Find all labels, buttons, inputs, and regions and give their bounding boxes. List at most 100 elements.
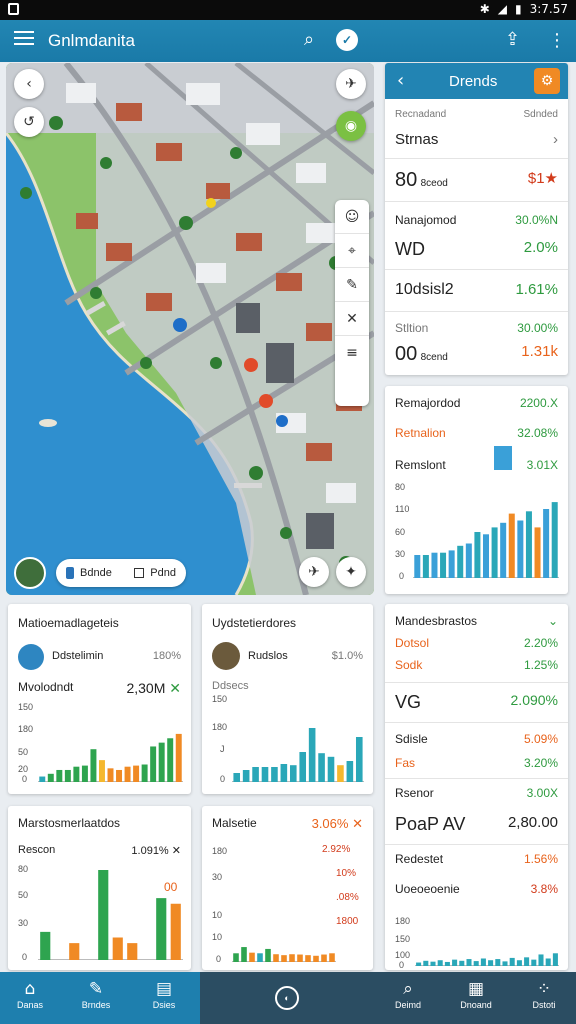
center-action-icon[interactable]: ◐ — [275, 986, 299, 1010]
sub-value: 180% — [152, 650, 181, 662]
y-axis-label: 100 — [395, 950, 411, 960]
chart-bar — [321, 954, 327, 962]
list-item: Sodk 1.25% — [395, 658, 558, 672]
layers-icon[interactable]: ≡ — [335, 336, 369, 370]
map-locate-icon[interactable]: ◉ — [336, 111, 366, 141]
app-title: Gnlmdanita — [48, 31, 135, 50]
section-label: Recnadand — [395, 109, 447, 120]
list-item: Retnalion 32.08% — [395, 426, 558, 440]
nav-item-calendar[interactable]: ▦ Dnoand — [446, 978, 506, 1010]
chart-bar — [289, 954, 295, 962]
card-title: Marstosmerlaatdos — [18, 816, 121, 830]
sub-value: $1.0% — [331, 650, 363, 662]
nav-item-brands[interactable]: ✎ Brndes — [66, 978, 126, 1010]
nav-item-home[interactable]: ⌂ Danas — [0, 978, 60, 1010]
list-item[interactable]: 80 8ceod $1★ — [395, 169, 558, 192]
row-value: 2.0% — [523, 239, 558, 256]
metrics-card-3: Marstosmerlaatdos Rescon 1.091% ✕ 00 80 … — [8, 806, 191, 970]
menu-icon[interactable] — [14, 31, 34, 49]
y-axis-label: 0 — [22, 952, 28, 962]
chart-bar — [56, 769, 63, 782]
city-map[interactable]: ‹ ↺ ✈ ◉ ☺ ⌖ ✎ ✕ ≡ ✈ ✦ Bdnde Pdnd — [6, 63, 374, 595]
y-axis-label: J — [220, 744, 225, 754]
more-options-icon[interactable]: ⋮ — [548, 30, 566, 51]
chart-bar — [423, 960, 429, 966]
chart-bar — [81, 765, 88, 782]
tag-icon: ✎ — [88, 979, 104, 999]
chart-bar — [337, 765, 344, 782]
share-icon[interactable]: ⇪ — [505, 29, 520, 50]
chart-bar — [543, 509, 550, 578]
chart-bar — [329, 953, 335, 962]
card-title: Mandesbrastos — [395, 614, 478, 628]
sub-label: Ddstelimin — [52, 650, 104, 662]
bottom-nav: ⌂ Danas ✎ Brndes ▤ Dsies ◐ ⌕ Deimd ▦ Dno… — [0, 972, 576, 1024]
row-label: Nanajomod — [395, 213, 457, 227]
row-value: 30.0%N — [515, 213, 558, 227]
nav-label: Brndes — [81, 1000, 111, 1010]
chart-bar — [73, 766, 80, 782]
list-item[interactable]: 00 8cend 1.31k — [395, 343, 558, 366]
person-icon[interactable]: ☺ — [335, 200, 369, 234]
chart-bar — [170, 903, 181, 960]
y-axis-label: 180 — [212, 722, 228, 732]
chart-bar — [414, 555, 421, 578]
location-icon[interactable]: ✓ — [336, 29, 358, 51]
metrics-bar-chart-2 — [232, 728, 364, 782]
bluetooth-icon: ✱ — [479, 2, 490, 16]
nav-item-more[interactable]: ⁘ Dstoti — [514, 978, 574, 1010]
chevron-down-icon[interactable]: ⌄ — [548, 614, 558, 628]
marker-icon[interactable]: ⌖ — [335, 234, 369, 268]
list-item[interactable]: Stltion 30.00% — [395, 321, 558, 335]
nav-item-search[interactable]: ⌕ Deimd — [378, 978, 438, 1010]
map-rotate-icon[interactable]: ↺ — [14, 107, 44, 137]
chart-bar — [440, 552, 447, 578]
nav-item-data[interactable]: ▤ Dsies — [134, 978, 194, 1010]
chart-bar — [281, 955, 287, 962]
map-legend[interactable]: Bdnde Pdnd — [56, 559, 186, 587]
row-value: 2.92% — [322, 844, 351, 855]
search-icon: ⌕ — [403, 979, 413, 999]
measure-icon[interactable]: ✕ — [335, 302, 369, 336]
chart-bar — [141, 764, 148, 782]
map-thumbnail[interactable] — [14, 557, 46, 589]
legend-box-icon — [134, 568, 145, 578]
chart-bar — [430, 961, 436, 966]
chart-bar — [416, 962, 422, 966]
edit-icon[interactable]: ✎ — [335, 268, 369, 302]
search-icon[interactable]: ⌕ — [304, 29, 314, 50]
chart-bar — [444, 961, 450, 966]
trends-header: ‹ Drends ⚙ — [385, 63, 568, 99]
trends-panel: ‹ Drends ⚙ Recnadand Sdnded Strnas › 80 … — [385, 63, 568, 375]
row-value: 10% — [336, 868, 357, 879]
map-route-icon[interactable]: ✈ — [299, 557, 329, 587]
chart-bar — [40, 931, 51, 960]
chart-bar — [465, 543, 472, 578]
back-icon[interactable]: ‹ — [397, 70, 404, 91]
map-toolbar: ☺ ⌖ ✎ ✕ ≡ — [335, 200, 369, 406]
row-value: 2,80.00 — [507, 814, 558, 831]
signal-icon: ◢ — [497, 2, 507, 16]
sub-value: 1.091% — [131, 845, 169, 857]
close-icon[interactable]: ✕ — [352, 816, 363, 831]
retention-bar-chart — [413, 502, 559, 578]
list-item[interactable]: VG 2.090% — [395, 692, 558, 713]
trends-title: Drends — [449, 73, 498, 90]
chart-bar — [69, 943, 80, 960]
settings-icon[interactable]: ⚙ — [534, 68, 560, 94]
chart-bar — [502, 961, 508, 966]
row-value: 2.20% — [523, 636, 558, 650]
list-item[interactable]: Strnas › — [395, 131, 558, 148]
chart-bar — [233, 953, 239, 962]
map-compass-icon[interactable]: ✈ — [336, 69, 366, 99]
list-item[interactable]: WD 2.0% — [395, 239, 558, 260]
list-item[interactable]: 10dsisl2 1.61% — [395, 281, 558, 299]
metric-value: 2,30M — [126, 680, 166, 696]
map-settings-icon[interactable]: ✦ — [336, 557, 366, 587]
more-dots-icon: ⁘ — [536, 979, 552, 999]
list-item: Uoeoeoenie 3.8% — [395, 882, 558, 896]
list-item[interactable]: Nanajomod 30.0%N — [395, 213, 558, 227]
map-back-icon[interactable]: ‹ — [14, 69, 44, 99]
home-icon: ⌂ — [24, 979, 36, 999]
list-item: Redestet 1.56% — [395, 852, 558, 866]
